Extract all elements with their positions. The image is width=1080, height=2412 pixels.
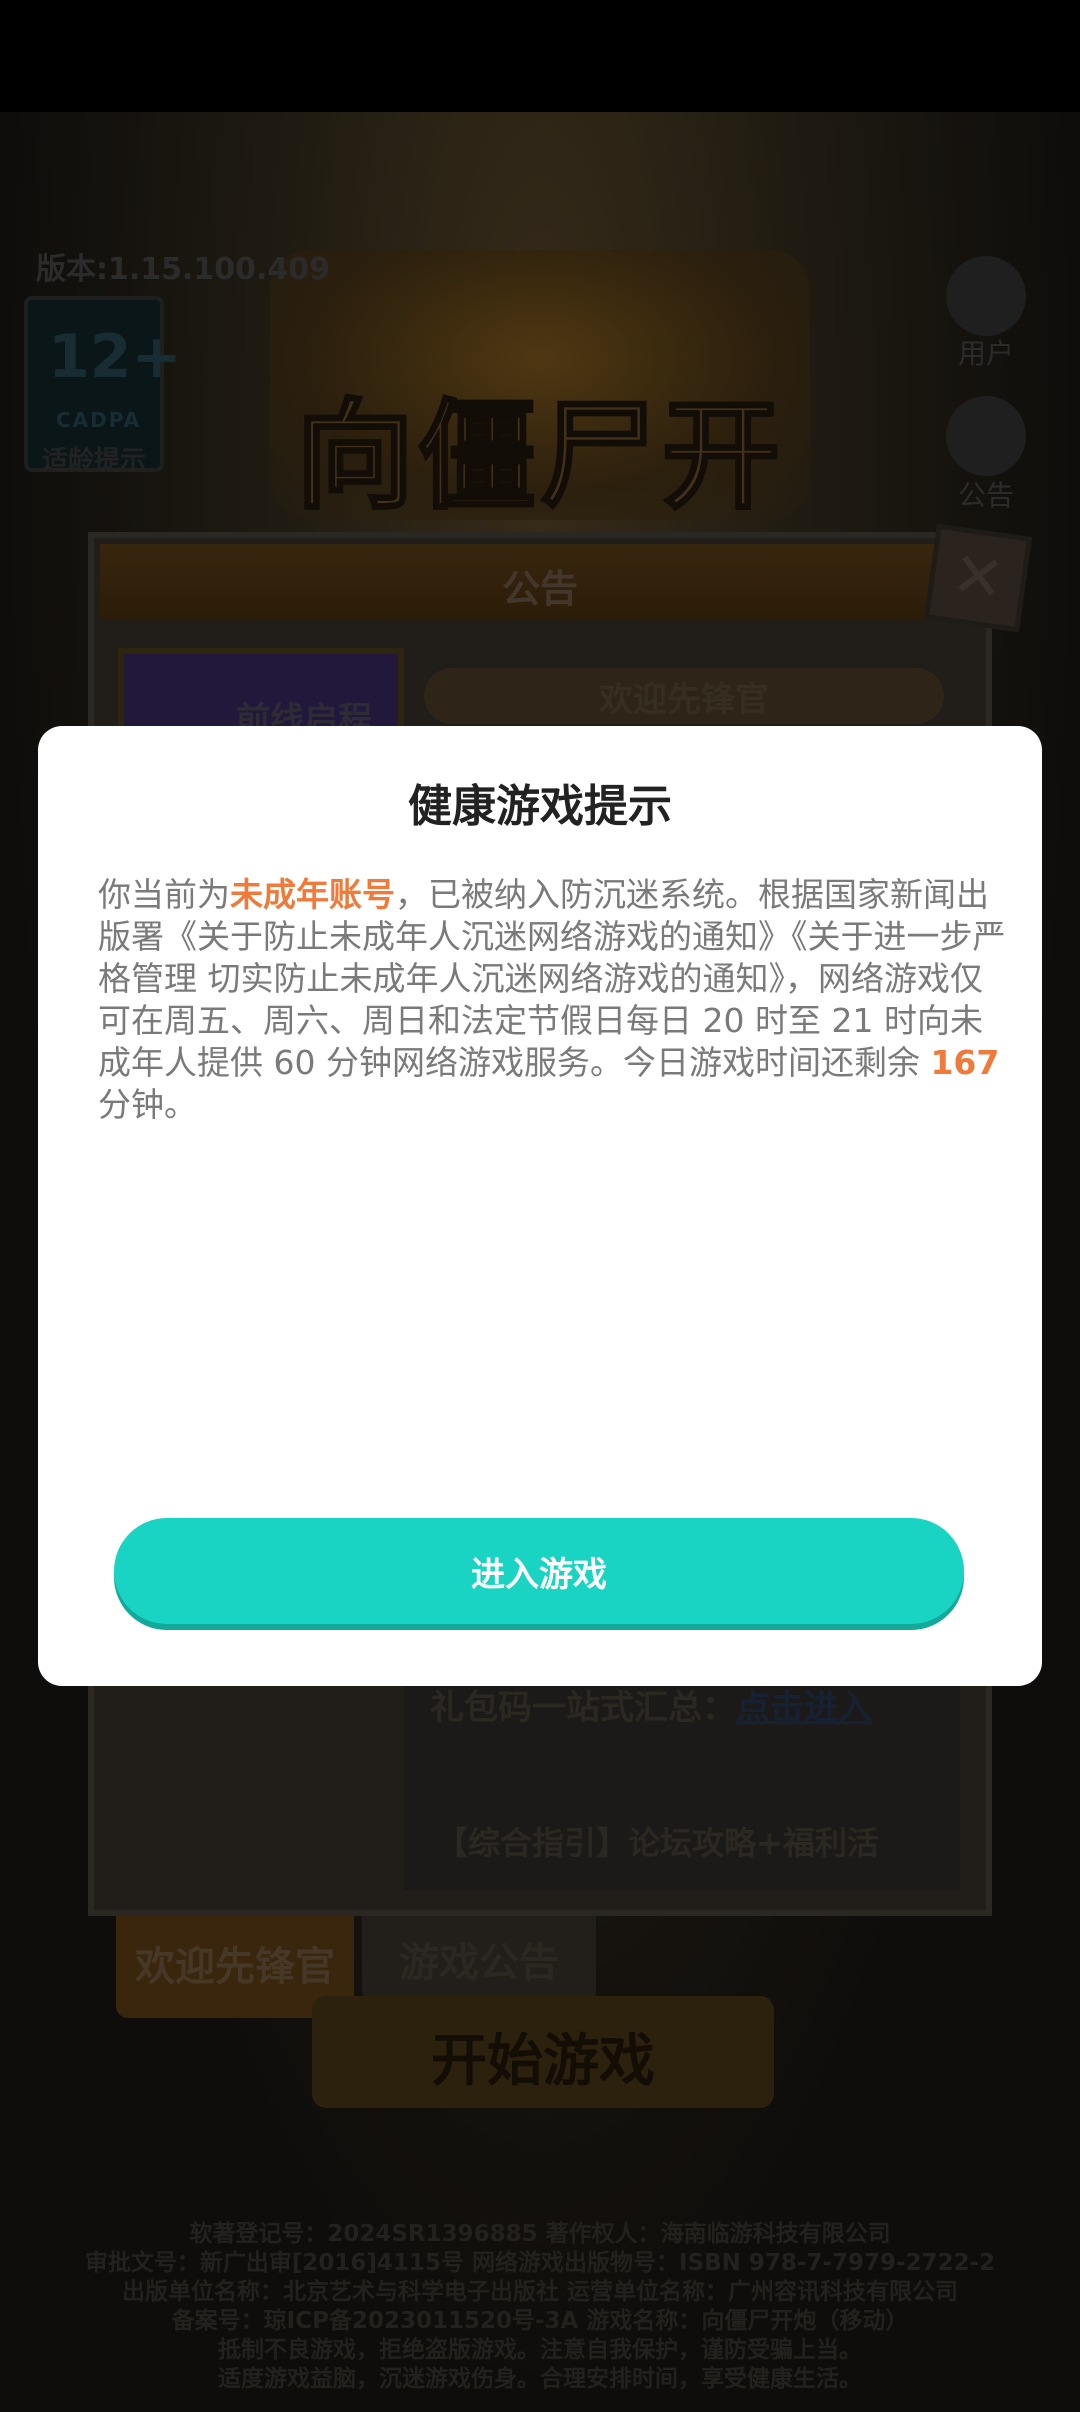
enter-game-button[interactable]: 进入游戏 — [114, 1518, 964, 1624]
dialog-message-part: 分钟。 — [98, 1085, 197, 1124]
healthy-gaming-dialog: 健康游戏提示 你当前为未成年账号，已被纳入防沉迷系统。根据国家新闻出版署《关于防… — [38, 726, 1042, 1686]
dialog-title: 健康游戏提示 — [408, 781, 672, 832]
minor-account-highlight: 未成年账号 — [230, 875, 395, 914]
status-bar — [0, 0, 1080, 112]
dialog-message-part: 你当前为 — [98, 875, 230, 914]
remaining-minutes-highlight: 167 — [930, 1043, 1000, 1082]
dialog-message: 你当前为未成年账号，已被纳入防沉迷系统。根据国家新闻出版署《关于防止未成年人沉迷… — [98, 874, 1008, 1126]
screen: 向僵尸开炮 版本:1.15.100.409 12+ CADPA 适龄提示 用户 … — [0, 0, 1080, 2412]
